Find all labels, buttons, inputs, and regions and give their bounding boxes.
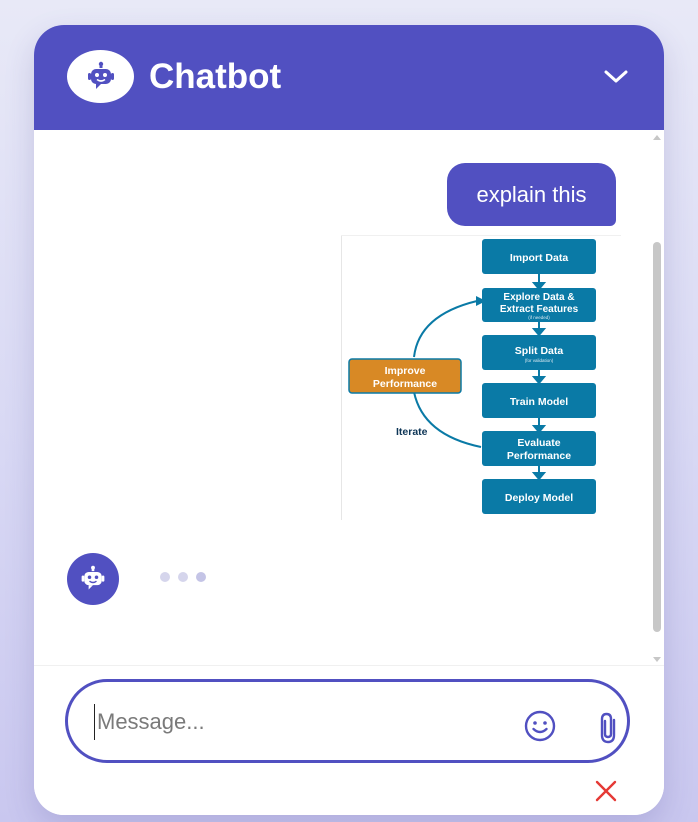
- svg-text:Improve: Improve: [385, 365, 426, 377]
- typing-dot: [196, 572, 206, 582]
- svg-text:Extract Features: Extract Features: [500, 304, 579, 315]
- node-deploy-model: Deploy Model: [482, 479, 596, 514]
- message-input[interactable]: [94, 704, 479, 740]
- svg-text:Evaluate: Evaluate: [517, 437, 560, 449]
- message-list[interactable]: explain this Import Data Explore Data & …: [34, 130, 664, 665]
- user-message-text: explain this: [476, 181, 587, 207]
- svg-text:(for validation): (for validation): [525, 358, 554, 363]
- node-train-model: Train Model: [482, 383, 596, 418]
- emoji-icon[interactable]: [523, 709, 557, 743]
- header-avatar: [67, 50, 134, 103]
- chevron-down-icon: [604, 70, 628, 83]
- iterate-label: Iterate: [396, 426, 428, 438]
- robot-icon: [81, 565, 105, 590]
- ml-workflow-diagram: Import Data Explore Data & Extract Featu…: [341, 235, 621, 520]
- svg-text:Performance: Performance: [373, 378, 437, 390]
- typing-indicator: [160, 572, 206, 582]
- chatbot-widget: Chatbot explain this Import Data Explore…: [34, 25, 664, 815]
- scroll-thumb[interactable]: [653, 242, 661, 632]
- svg-text:Import Data: Import Data: [510, 252, 569, 264]
- user-message-bubble: explain this: [447, 163, 616, 226]
- typing-dot: [178, 572, 188, 582]
- node-import-data: Import Data: [482, 239, 596, 274]
- node-improve-performance: Improve Performance: [348, 358, 462, 394]
- scrollbar[interactable]: [650, 130, 664, 665]
- svg-text:Train Model: Train Model: [510, 396, 568, 408]
- node-explore-data: Explore Data & Extract Features (if need…: [482, 288, 596, 322]
- svg-text:Deploy Model: Deploy Model: [505, 492, 573, 504]
- bot-avatar: [67, 553, 119, 605]
- svg-text:Performance: Performance: [507, 450, 571, 462]
- node-evaluate-performance: Evaluate Performance: [482, 431, 596, 466]
- header-title: Chatbot: [149, 57, 282, 96]
- paperclip-icon[interactable]: [596, 711, 622, 745]
- svg-text:(if needed): (if needed): [528, 315, 550, 320]
- typing-dot: [160, 572, 170, 582]
- svg-text:Explore Data &: Explore Data &: [503, 292, 574, 303]
- chat-header: Chatbot: [34, 25, 664, 130]
- scroll-up-arrow-icon[interactable]: [650, 132, 664, 142]
- scroll-down-arrow-icon[interactable]: [650, 655, 664, 665]
- collapse-button[interactable]: [596, 61, 636, 93]
- node-split-data: Split Data (for validation): [482, 335, 596, 370]
- svg-text:Split Data: Split Data: [515, 345, 564, 357]
- robot-icon: [87, 61, 114, 89]
- composer: [34, 665, 664, 815]
- attached-image[interactable]: Import Data Explore Data & Extract Featu…: [341, 235, 621, 520]
- message-input-wrapper: [65, 679, 630, 763]
- close-icon[interactable]: [592, 777, 620, 805]
